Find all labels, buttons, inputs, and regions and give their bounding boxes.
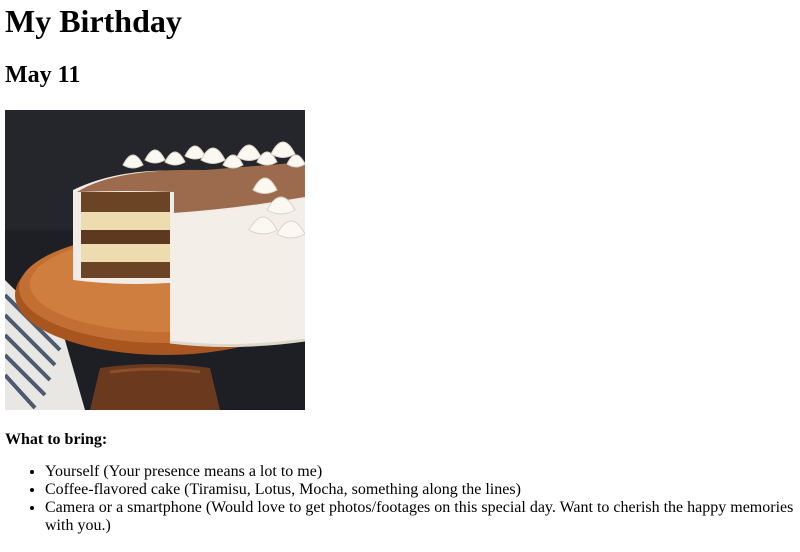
page: My Birthday May 11 What to bring: • Your…: [0, 3, 800, 552]
list-item: Yourself (Your presence means a lot to m…: [45, 463, 795, 481]
event-date: May 11: [5, 62, 81, 88]
page-title: My Birthday: [5, 3, 182, 39]
list-item: Coffee-flavored cake (Tiramisu, Lotus, M…: [45, 481, 795, 499]
cake-image: [5, 110, 305, 410]
list-item: Camera or a smartphone (Would love to ge…: [45, 499, 795, 535]
bring-list: Yourself (Your presence means a lot to m…: [5, 463, 795, 535]
bring-heading: What to bring:: [5, 431, 108, 448]
